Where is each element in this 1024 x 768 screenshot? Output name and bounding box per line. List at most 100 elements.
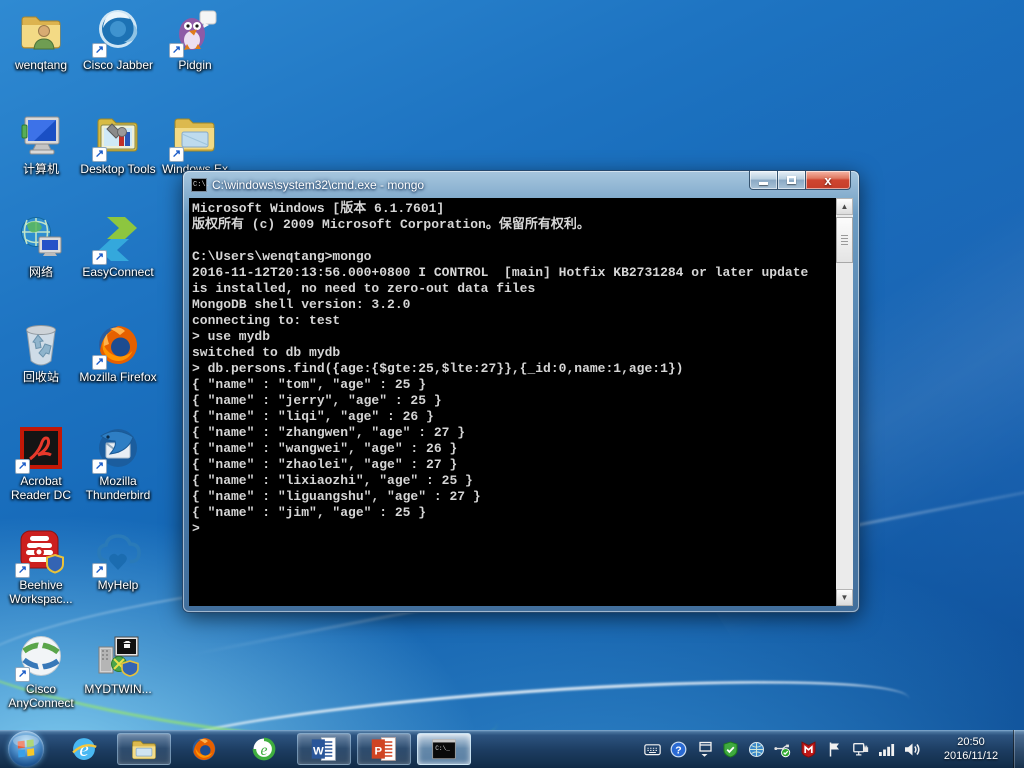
shortcut-arrow-icon: ↗ <box>92 250 107 265</box>
shortcut-arrow-icon: ↗ <box>92 563 107 578</box>
firefox-icon <box>190 735 218 763</box>
console-line: { "name" : "jim", "age" : 25 } <box>192 505 427 520</box>
desktop-icon-label: Cisco Jabber <box>82 58 154 72</box>
input-keyboard-icon[interactable] <box>642 739 662 759</box>
console-line: { "name" : "lixiaozhi", "age" : 25 } <box>192 473 473 488</box>
svg-text:W: W <box>313 745 324 757</box>
console-line: connecting to: test <box>192 313 341 328</box>
desktop-icon-label: 回收站 <box>22 370 59 384</box>
help-icon[interactable]: ? <box>668 739 688 759</box>
taskbar: e e W P C:\_ ? 20:50 2016/11/12 <box>0 730 1024 768</box>
shortcut-arrow-icon: ↗ <box>15 563 30 578</box>
show-desktop-button[interactable] <box>1013 730 1024 768</box>
desktop-tools-icon: ↗ <box>92 112 142 162</box>
mcafee-icon[interactable] <box>798 739 818 759</box>
desktop-icon-mydtwin[interactable]: MYDTWIN... <box>79 632 157 696</box>
desktop-icon-computer[interactable]: 计算机 <box>2 112 80 176</box>
desktop-icon-cisco-jabber[interactable]: ↗ Cisco Jabber <box>79 8 157 72</box>
network-globe-icon[interactable] <box>746 739 766 759</box>
svg-text:?: ? <box>675 744 681 756</box>
desktop-icon-label: wenqtang <box>14 58 68 72</box>
taskbar-item-word[interactable]: W <box>297 733 351 765</box>
volume-icon[interactable] <box>902 739 922 759</box>
desktop-icon-network[interactable]: 网络 <box>2 215 80 279</box>
scroll-down-button[interactable]: ▼ <box>836 589 853 606</box>
minimize-icon <box>759 181 768 185</box>
mydtwin-icon <box>94 632 142 680</box>
scrollbar-thumb[interactable] <box>836 217 853 263</box>
cmd-icon: C:\_ <box>430 735 458 763</box>
desktop-icon-desktop-tools[interactable]: ↗ Desktop Tools <box>79 112 157 176</box>
desktop-icon-recycle-bin[interactable]: 回收站 <box>2 320 80 384</box>
desktop-icon-myhelp[interactable]: ↗ MyHelp <box>79 528 157 592</box>
taskbar-clock[interactable]: 20:50 2016/11/12 <box>933 735 1009 763</box>
minimize-button[interactable] <box>749 171 778 190</box>
shortcut-arrow-icon: ↗ <box>15 667 30 682</box>
desktop-icon-label: Mozilla Thunderbird <box>85 474 151 502</box>
desktop-icon-easyconnect[interactable]: ↗ EasyConnect <box>79 215 157 279</box>
desktop-icon-mozilla-firefox[interactable]: ↗ Mozilla Firefox <box>79 320 157 384</box>
console-line: { "name" : "liqi", "age" : 26 } <box>192 409 434 424</box>
cmd-window: C:\. C:\windows\system32\cmd.exe - mongo… <box>183 171 859 612</box>
start-button[interactable] <box>8 731 44 767</box>
desktop-icon-thunderbird[interactable]: ↗ Mozilla Thunderbird <box>79 424 157 502</box>
console-output: Microsoft Windows [版本 6.1.7601] 版权所有 (c) … <box>192 201 833 606</box>
shortcut-arrow-icon: ↗ <box>92 147 107 162</box>
desktop-icon-acrobat-reader[interactable]: ↗ Acrobat Reader DC <box>2 424 80 502</box>
console-line: switched to db mydb <box>192 345 341 360</box>
windows-explorer-icon: ↗ <box>169 112 219 162</box>
console-line: > <box>192 521 200 536</box>
desktop-icon-label: EasyConnect <box>82 265 154 279</box>
taskbar-item-cmd[interactable]: C:\_ <box>417 733 471 765</box>
desktop-icon-beehive[interactable]: ↗ Beehive Workspac... <box>2 528 80 606</box>
console-area[interactable]: Microsoft Windows [版本 6.1.7601] 版权所有 (c) … <box>189 198 853 606</box>
taskbar-item-powerpoint[interactable]: P <box>357 733 411 765</box>
svg-text:P: P <box>375 745 383 757</box>
desktop-icon-label: Mozilla Firefox <box>79 370 157 384</box>
desktop-icon-label: Cisco AnyConnect <box>8 682 74 710</box>
taskbar-item-firefox[interactable] <box>177 733 231 765</box>
console-line: 版权所有 (c) 2009 Microsoft Corporation。保留所有… <box>192 217 590 232</box>
desktop-icon-cisco-anyconnect[interactable]: ↗ Cisco AnyConnect <box>2 632 80 710</box>
action-center-flag-icon[interactable] <box>824 739 844 759</box>
signal-strength-icon[interactable] <box>876 739 896 759</box>
show-hidden-icons-icon[interactable] <box>694 739 714 759</box>
window-title: C:\windows\system32\cmd.exe - mongo <box>212 178 425 192</box>
network-connection-icon[interactable] <box>850 739 870 759</box>
desktop-icon-label: Pidgin <box>178 58 212 72</box>
security-shield-icon[interactable] <box>720 739 740 759</box>
recycle-bin-icon <box>17 320 65 368</box>
desktop-icon-pidgin[interactable]: ↗ Pidgin <box>156 8 234 72</box>
console-scrollbar[interactable]: ▲ ▼ <box>836 198 853 606</box>
console-line: { "name" : "zhangwen", "age" : 27 } <box>192 425 466 440</box>
desktop-icon-wenqtang[interactable]: wenqtang <box>2 8 80 72</box>
system-tray: ? 20:50 2016/11/12 <box>639 730 1024 768</box>
svg-text:e: e <box>79 737 88 761</box>
desktop-icon-label: Beehive Workspac... <box>9 578 73 606</box>
console-line: > use mydb <box>192 329 271 344</box>
taskbar-item-green-browser[interactable]: e <box>237 733 291 765</box>
svg-text:C:\_: C:\_ <box>435 745 450 752</box>
usb-eject-icon[interactable] <box>772 739 792 759</box>
tray-icons: ? <box>639 739 925 759</box>
taskbar-item-internet-explorer[interactable]: e <box>57 733 111 765</box>
console-line: is installed, no need to zero-out data f… <box>192 281 536 296</box>
console-line: MongoDB shell version: 3.2.0 <box>192 297 411 312</box>
shortcut-arrow-icon: ↗ <box>92 459 107 474</box>
shortcut-arrow-icon: ↗ <box>169 147 184 162</box>
close-button[interactable]: x <box>806 171 851 190</box>
cisco-jabber-icon: ↗ <box>92 8 142 58</box>
scroll-up-button[interactable]: ▲ <box>836 198 853 215</box>
shortcut-arrow-icon: ↗ <box>92 355 107 370</box>
windows7-desktop: wenqtang ↗ Cisco Jabber ↗ Pidgin 计算机 ↗ Desktop … <box>0 0 1024 768</box>
green-browser-icon: e <box>250 735 278 763</box>
taskbar-item-windows-explorer[interactable] <box>117 733 171 765</box>
clock-date: 2016/11/12 <box>943 750 999 762</box>
window-titlebar[interactable]: C:\. C:\windows\system32\cmd.exe - mongo… <box>183 171 859 199</box>
desktop-icon-windows-explorer[interactable]: ↗ Windows Ex <box>156 112 234 176</box>
maximize-button[interactable] <box>778 171 806 190</box>
console-line: C:\Users\wenqtang>mongo <box>192 249 372 264</box>
shortcut-arrow-icon: ↗ <box>169 43 184 58</box>
internet-explorer-icon: e <box>70 735 98 763</box>
